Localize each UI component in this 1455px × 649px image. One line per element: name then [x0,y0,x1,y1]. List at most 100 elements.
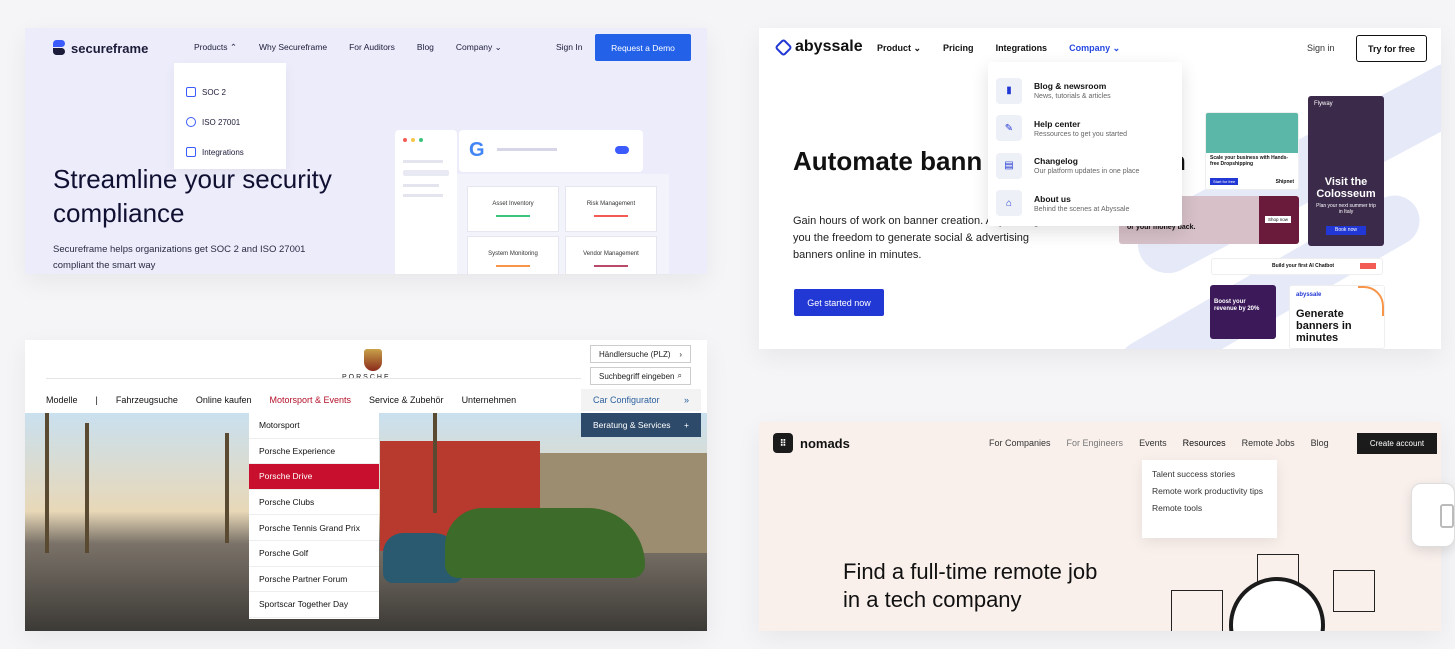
tile-risk-management: Risk Management [565,186,657,232]
dropdown-item-sportscar-together-day[interactable]: Sportscar Together Day [249,592,379,618]
try-for-free-button[interactable]: Try for free [1356,35,1427,62]
building-icon: ⌂ [996,190,1022,217]
dropdown-item-motorsport[interactable]: Motorsport [249,413,379,439]
page-subtext: Secureframe helps organizations get SOC … [53,244,306,271]
nav-why-secureframe[interactable]: Why Secureframe [259,42,327,53]
request-demo-button[interactable]: Request a Demo [595,34,691,61]
secureframe-logo[interactable]: secureframe [53,40,148,56]
porsche-nav: Modelle | Fahrzeugsuche Online kaufen Mo… [46,395,534,405]
scroll-stub[interactable] [1411,483,1455,547]
banner-flyway: Flyway Visit the Colosseum Plan your nex… [1308,96,1384,246]
secureframe-nav: Products ⌃ Why Secureframe For Auditors … [194,42,502,53]
box-illustration [1333,570,1375,612]
tile-asset-inventory: Asset Inventory [467,186,559,232]
mockup-sidebar [395,130,457,274]
company-dropdown: ▮ Blog & newsroom News, tutorials & artic… [988,62,1182,226]
sign-in-link[interactable]: Sign In [556,42,582,52]
nav-pricing[interactable]: Pricing [943,43,974,54]
abyssale-logo-icon [774,37,793,57]
nav-blog[interactable]: Blog [417,42,434,53]
plus-icon: + [684,420,689,430]
dropdown-item-talent-stories[interactable]: Talent success stories [1152,468,1267,480]
nomads-logo[interactable]: ⠿ nomads [773,433,850,453]
nav-remote-jobs[interactable]: Remote Jobs [1242,438,1295,448]
secureframe-logo-icon [53,40,65,56]
dropdown-item-porsche-clubs[interactable]: Porsche Clubs [249,490,379,516]
page-headline: Streamline your security compliance [53,164,332,228]
dropdown-item-changelog[interactable]: ▤ Changelog Our platform updates in one p… [988,147,1182,185]
dealer-search-button[interactable]: Händlersuche (PLZ) › [590,345,691,363]
dropdown-item-partner-forum[interactable]: Porsche Partner Forum [249,567,379,593]
nomads-nav: For Companies For Engineers Events Resou… [989,438,1329,448]
banner-boost: Boost your revenue by 20% [1210,285,1276,339]
abyssale-nav: Product ⌄ Pricing Integrations Company ⌄ [877,43,1120,54]
advice-services-button[interactable]: Beratung & Services + [581,413,701,437]
resources-dropdown: Talent success stories Remote work produ… [1142,460,1277,538]
nav-products[interactable]: Products ⌃ [194,42,237,53]
illustration-disc [1229,577,1325,631]
nav-service-zubehoer[interactable]: Service & Zubehör [369,395,444,405]
nav-unternehmen[interactable]: Unternehmen [462,395,517,405]
products-dropdown: SOC 2 ISO 27001 Integrations [174,63,286,169]
box-illustration [1171,590,1223,631]
nav-for-companies[interactable]: For Companies [989,438,1051,448]
search-input[interactable]: Suchbegriff eingeben ⌕ [590,367,691,385]
get-started-button[interactable]: Get started now [794,289,884,316]
dropdown-item-remote-tools[interactable]: Remote tools [1152,502,1267,514]
nav-motorsport-events[interactable]: Motorsport & Events [269,395,351,405]
nav-integrations[interactable]: Integrations [996,43,1048,54]
abyssale-logo[interactable]: abyssale [774,37,863,57]
dropdown-item-porsche-golf[interactable]: Porsche Golf [249,541,379,567]
nav-separator: | [95,395,98,405]
secureframe-screenshot: secureframe Products ⌃ Why Secureframe F… [25,28,707,274]
dropdown-item-about-us[interactable]: ⌂ About us Behind the scenes at Abyssale [988,185,1182,223]
nav-company[interactable]: Company ⌄ [1069,43,1120,54]
mockup-tiles: Asset Inventory Risk Management System M… [457,174,669,274]
porsche-crest-icon[interactable] [364,349,382,371]
tile-system-monitoring: System Monitoring [467,236,559,274]
porsche-screenshot: PORSCHE Modelle | Fahrzeugsuche Online k… [25,340,707,631]
toggle-icon [615,146,629,154]
page-headline: Find a full-time remote job in a tech co… [843,559,1098,612]
nav-company[interactable]: Company ⌄ [456,42,502,53]
nav-online-kaufen[interactable]: Online kaufen [196,395,252,405]
dropdown-item-iso27001[interactable]: ISO 27001 [174,107,286,137]
document-icon: ▤ [996,152,1022,179]
create-account-button[interactable]: Create account [1357,433,1437,454]
banner-minutes: abyssale Generate banners in minutes [1289,285,1385,349]
banner-shipnet: Scale your business with Hands-free Drop… [1205,112,1299,190]
nav-events[interactable]: Events [1139,438,1167,448]
nav-for-auditors[interactable]: For Auditors [349,42,395,53]
dropdown-item-soc2[interactable]: SOC 2 [174,77,286,107]
dashboard-mockup: G Asset Inventory Risk Management System… [395,130,695,274]
nomads-brand: nomads [800,435,850,451]
google-icon: G [469,139,485,161]
search-icon: ⌕ [677,371,682,380]
dropdown-item-help-center[interactable]: ✎ Help center Ressources to get you start… [988,110,1182,148]
motorsport-dropdown: Motorsport Porsche Experience Porsche Dr… [249,413,379,619]
dropdown-item-integrations[interactable]: Integrations [174,137,286,167]
nav-resources[interactable]: Resources [1183,438,1226,448]
nav-product[interactable]: Product ⌄ [877,43,921,54]
check-circle-icon [186,117,196,127]
double-chevron-icon: » [683,395,689,405]
dropdown-item-tennis-grand-prix[interactable]: Porsche Tennis Grand Prix [249,515,379,541]
book-icon: ▮ [996,77,1022,104]
dropdown-item-blog[interactable]: ▮ Blog & newsroom News, tutorials & artic… [988,72,1182,110]
sign-in-link[interactable]: Sign in [1307,43,1335,53]
dropdown-item-productivity-tips[interactable]: Remote work productivity tips [1152,485,1267,497]
nav-for-engineers[interactable]: For Engineers [1067,438,1124,448]
banner-vektor: Build your first AI Chatbot [1211,258,1383,275]
wrench-icon: ✎ [996,115,1022,142]
mockup-topbar: G [459,130,643,172]
dropdown-item-porsche-experience[interactable]: Porsche Experience [249,439,379,465]
nav-fahrzeugsuche[interactable]: Fahrzeugsuche [116,395,178,405]
nav-modelle[interactable]: Modelle [46,395,78,405]
dropdown-item-porsche-drive[interactable]: Porsche Drive [249,464,379,490]
abyssale-screenshot: abyssale Product ⌄ Pricing Integrations … [759,28,1441,349]
nomads-logo-icon: ⠿ [773,433,793,453]
nav-blog[interactable]: Blog [1311,438,1329,448]
abyssale-brand: abyssale [795,38,863,55]
car-configurator-link[interactable]: Car Configurator» [581,389,701,411]
nomads-screenshot: ⠿ nomads For Companies For Engineers Eve… [759,422,1441,631]
